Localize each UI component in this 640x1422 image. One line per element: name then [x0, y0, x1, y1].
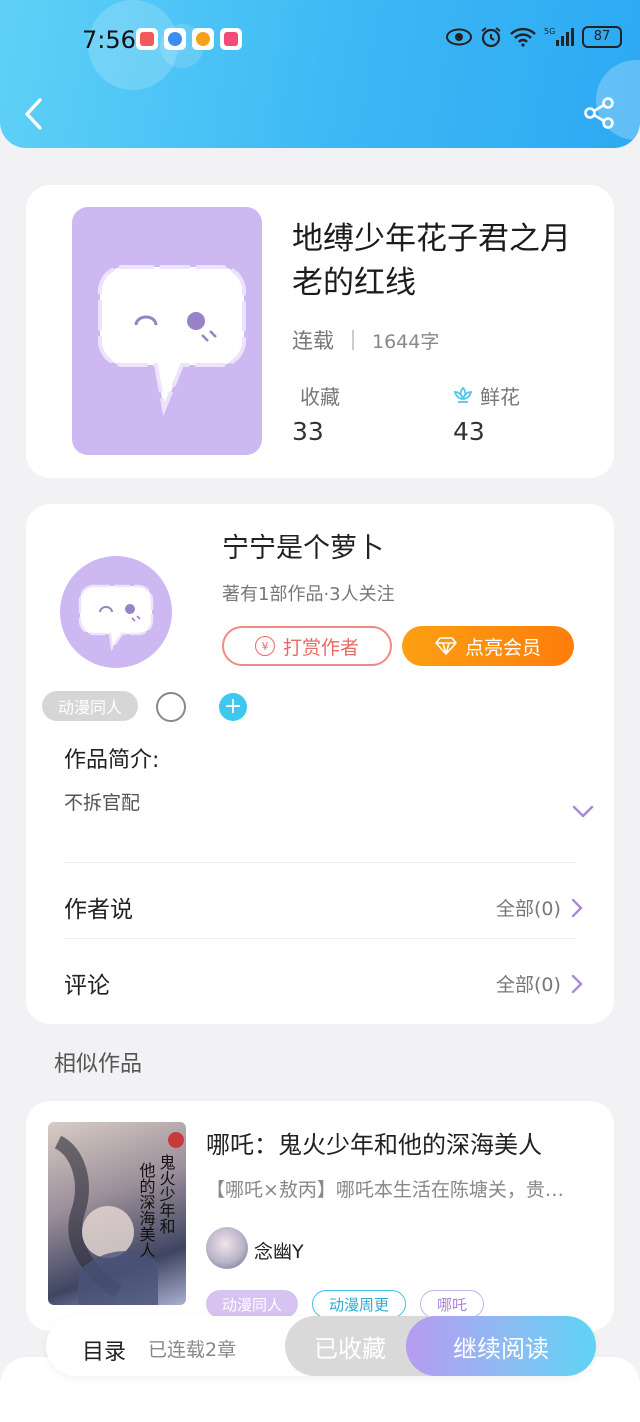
flowers-stat[interactable]: 鲜花	[452, 381, 520, 410]
toc-chapter-info: 已连载2章	[148, 1339, 237, 1361]
author-card: 宁宁是个萝卜 著有1部作品·3人关注 ¥ 打赏作者 点亮会员 动漫同人 + 作品…	[26, 504, 614, 1024]
blue-app-icon	[164, 28, 186, 50]
chat-bubble-placeholder-icon	[98, 265, 246, 417]
author-name[interactable]: 宁宁是个萝卜	[222, 526, 384, 565]
cover-title-right: 鬼火少年和	[157, 1154, 176, 1234]
empty-tag-circle[interactable]	[156, 692, 186, 722]
wifi-icon	[510, 27, 536, 47]
chevron-right-icon	[571, 898, 583, 917]
expand-intro-button[interactable]	[572, 804, 594, 818]
flowers-count: 43	[453, 417, 485, 446]
intro-text: 不拆官配	[64, 792, 141, 814]
share-button[interactable]	[582, 96, 616, 130]
comments-label[interactable]: 评论	[64, 966, 110, 1000]
book-status: 连载	[292, 329, 334, 353]
similar-book-card[interactable]: 鬼火少年和 他的深海美人 哪吒：鬼火少年和他的深海美人 【哪吒×敖丙】哪吒本生活…	[26, 1101, 614, 1331]
top-header: 7:56 5G 87	[0, 0, 640, 148]
similar-author-avatar[interactable]	[206, 1227, 248, 1269]
author-meta: 著有1部作品·3人关注	[222, 584, 395, 605]
status-time: 7:56	[82, 26, 136, 54]
cover-title-left: 他的深海美人	[137, 1162, 156, 1258]
divider	[64, 862, 576, 863]
eye-icon	[446, 28, 472, 46]
similar-book-description: 【哪吒×敖丙】哪吒本生活在陈塘关，贵…	[206, 1179, 564, 1201]
book-cover[interactable]	[72, 207, 262, 455]
meta-divider	[352, 330, 354, 350]
alarm-icon	[481, 27, 501, 48]
battery-indicator: 87	[582, 26, 622, 48]
toc-button[interactable]: 目录	[82, 1334, 126, 1366]
vip-label: 点亮会员	[464, 636, 541, 659]
flower-icon	[453, 386, 473, 403]
yen-coin-icon: ¥	[254, 636, 275, 656]
similar-section-title: 相似作品	[54, 1052, 143, 1077]
book-word-count: 1644字	[372, 330, 440, 353]
continue-reading-button[interactable]: 继续阅读	[406, 1316, 596, 1376]
author-avatar[interactable]	[60, 556, 172, 668]
comments-link[interactable]: 全部(0)	[496, 970, 583, 997]
genre-tag[interactable]: 动漫同人	[42, 691, 138, 721]
book-info-card: 地缚少年花子君之月老的红线 连载 1644字 收藏 33 鲜花 43	[26, 185, 614, 478]
share-icon	[584, 97, 614, 129]
vip-button[interactable]: 点亮会员	[402, 626, 574, 666]
similar-book-title[interactable]: 哪吒：鬼火少年和他的深海美人	[206, 1125, 542, 1160]
chevron-down-icon	[572, 805, 594, 818]
tip-author-label: 打赏作者	[282, 636, 359, 659]
similar-book-cover[interactable]: 鬼火少年和 他的深海美人	[48, 1122, 186, 1305]
back-button[interactable]	[20, 96, 50, 132]
chevron-right-icon	[571, 974, 583, 993]
status-app-icons	[136, 28, 242, 50]
author-says-count: 全部(0)	[496, 898, 561, 920]
book-meta: 连载 1644字	[292, 325, 439, 355]
comments-count: 全部(0)	[496, 974, 561, 996]
favorites-count: 33	[292, 417, 324, 446]
similar-book-tags: 动漫同人 动漫周更 哪吒	[206, 1290, 485, 1318]
tag-fan-fiction[interactable]: 动漫同人	[206, 1290, 299, 1318]
tip-author-button[interactable]: ¥ 打赏作者	[222, 626, 392, 666]
red-app-icon	[136, 28, 158, 50]
status-indicators: 5G 87	[446, 26, 622, 48]
author-says-link[interactable]: 全部(0)	[496, 894, 583, 921]
tag-weekly-update[interactable]: 动漫周更	[312, 1290, 407, 1318]
orange-app-icon	[192, 28, 214, 50]
add-tag-button[interactable]: +	[219, 693, 247, 721]
pink-app-icon	[220, 28, 242, 50]
signal-icon: 5G	[544, 27, 574, 46]
flowers-label: 鲜花	[480, 385, 520, 409]
tag-nezha[interactable]: 哪吒	[420, 1290, 485, 1318]
cover-artwork: 鬼火少年和 他的深海美人	[54, 1132, 184, 1305]
svg-text:5G: 5G	[544, 27, 555, 36]
book-title: 地缚少年花子君之月老的红线	[292, 221, 571, 301]
chevron-left-icon	[25, 98, 42, 130]
similar-author-name[interactable]: 念幽Y	[254, 1237, 304, 1264]
diamond-icon	[435, 637, 457, 655]
author-says-label[interactable]: 作者说	[64, 890, 133, 924]
divider	[64, 938, 576, 939]
chat-bubble-placeholder-icon	[78, 584, 154, 652]
favorites-label: 收藏	[300, 385, 340, 409]
intro-label: 作品简介:	[64, 748, 160, 773]
